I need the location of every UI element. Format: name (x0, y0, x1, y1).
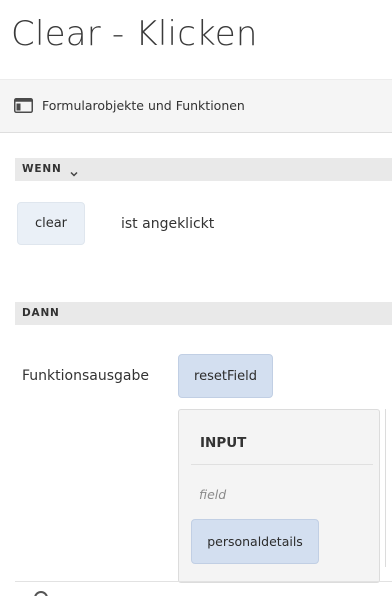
component-chip-clear[interactable]: clear (17, 202, 85, 245)
input-divider (191, 464, 373, 465)
when-section-header[interactable]: WENN (15, 158, 392, 181)
then-label: DANN (22, 307, 60, 319)
form-objects-icon[interactable] (14, 98, 33, 113)
input-title: INPUT (200, 435, 247, 451)
chevron-down-icon[interactable] (69, 164, 79, 177)
rule-editor-page: Clear - Klicken Formularobjekte und Funk… (0, 0, 392, 596)
input-panel: INPUT field personaldetails (178, 409, 380, 583)
function-chip-resetfield[interactable]: resetField (178, 354, 273, 398)
form-objects-toggle[interactable]: Formularobjekte und Funktionen (42, 98, 245, 113)
panel-scroll-rule (385, 409, 386, 567)
add-circle-icon[interactable] (34, 591, 48, 596)
condition-text: ist angeklickt (121, 216, 215, 232)
action-label: Funktionsausgabe (22, 368, 149, 384)
then-section-header[interactable]: DANN (15, 302, 392, 325)
bottom-divider (15, 581, 392, 582)
field-value-chip[interactable]: personaldetails (191, 519, 319, 564)
page-title: Clear - Klicken (11, 14, 258, 54)
toolbar: Formularobjekte und Funktionen (0, 80, 392, 133)
field-label: field (199, 487, 227, 502)
when-label: WENN (22, 163, 62, 175)
